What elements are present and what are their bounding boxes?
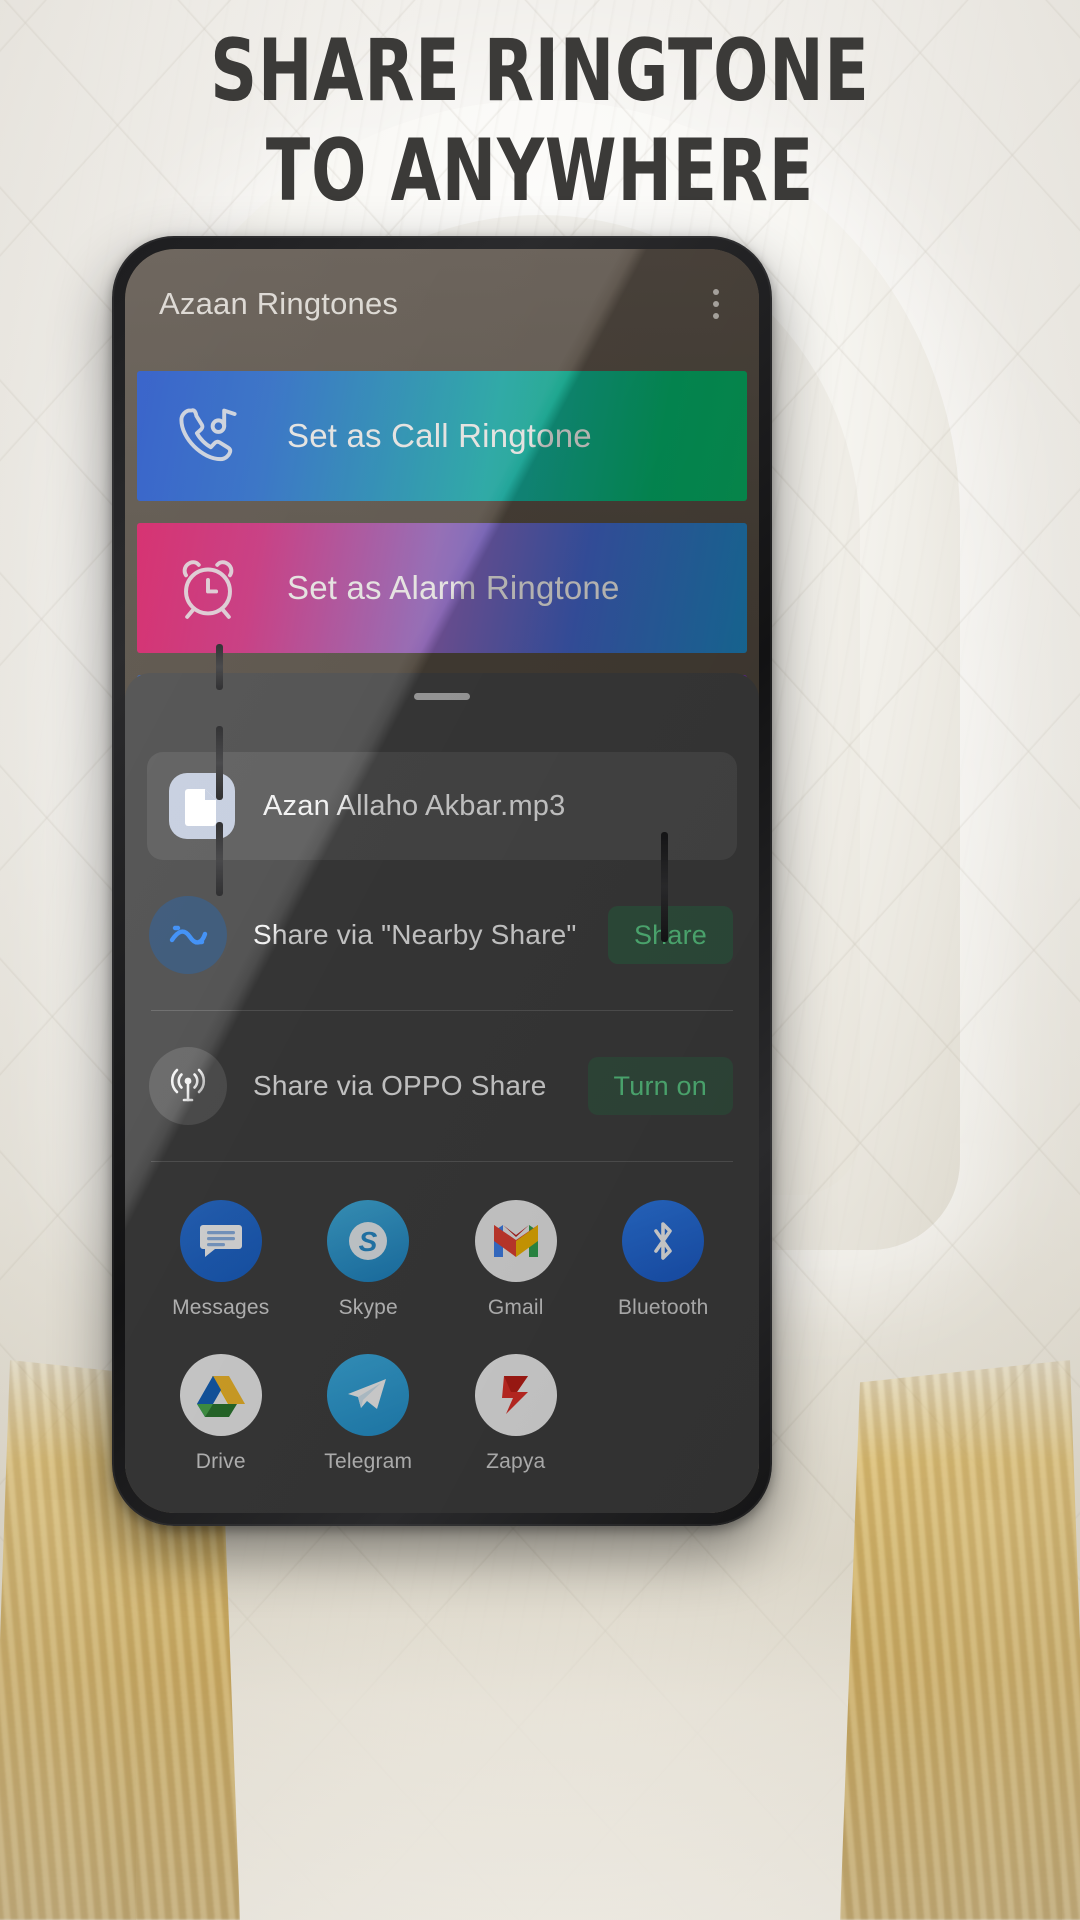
share-target-label: Telegram	[324, 1450, 413, 1473]
share-target-label: Zapya	[486, 1450, 546, 1473]
document-icon	[169, 773, 235, 839]
phone-music-icon	[179, 408, 237, 462]
share-target-label: Skype	[338, 1296, 398, 1319]
gmail-glyph	[493, 1225, 538, 1257]
phone-volume-up-button[interactable]	[216, 726, 223, 800]
messages-icon	[179, 1200, 262, 1282]
phone-power-button[interactable]	[661, 832, 668, 942]
share-target-drive[interactable]: Drive	[147, 1354, 295, 1474]
messages-glyph	[199, 1225, 242, 1257]
share-target-skype[interactable]: S Skype	[295, 1200, 443, 1320]
share-target-empty	[590, 1354, 738, 1474]
skype-glyph: S	[349, 1222, 388, 1260]
promo-headline: Share Ringtone To Anywhere	[86, 21, 993, 222]
skype-icon: S	[327, 1200, 410, 1282]
headline-line-2: To Anywhere	[265, 120, 815, 221]
nearby-share-label: Share via "Nearby Share"	[253, 919, 577, 950]
bluetooth-glyph	[654, 1222, 673, 1260]
page-title: Azaan Ringtones	[159, 286, 399, 321]
drag-handle[interactable]	[414, 693, 470, 700]
oppo-share-action-button[interactable]: Turn on	[587, 1057, 733, 1115]
share-target-zapya[interactable]: Zapya	[442, 1354, 590, 1474]
bluetooth-icon	[622, 1200, 705, 1282]
telegram-glyph	[348, 1379, 387, 1409]
broadcast-icon	[149, 1047, 227, 1125]
oppo-share-label: Share via OPPO Share	[253, 1070, 547, 1101]
set-alarm-ringtone-button[interactable]: Set as Alarm Ringtone	[137, 523, 747, 653]
phone-volume-down-button[interactable]	[216, 822, 223, 896]
share-target-label: Drive	[195, 1450, 246, 1473]
shared-file-name: Azan Allaho Akbar.mp3	[263, 789, 566, 822]
svg-text:S: S	[359, 1226, 378, 1257]
telegram-icon	[327, 1354, 410, 1436]
share-target-label: Messages	[172, 1296, 270, 1319]
share-target-bluetooth[interactable]: Bluetooth	[590, 1200, 738, 1320]
share-target-telegram[interactable]: Telegram	[295, 1354, 443, 1474]
app-bar: Azaan Ringtones	[125, 249, 759, 359]
more-vertical-icon[interactable]	[703, 281, 729, 327]
drive-glyph	[196, 1376, 245, 1417]
set-call-ringtone-button[interactable]: Set as Call Ringtone	[137, 371, 747, 501]
set-call-ringtone-label: Set as Call Ringtone	[287, 417, 592, 454]
phone-mute-switch[interactable]	[216, 644, 223, 690]
set-alarm-ringtone-label: Set as Alarm Ringtone	[287, 569, 620, 606]
zapya-glyph	[501, 1376, 528, 1414]
broadcast-glyph	[170, 1068, 206, 1102]
share-target-messages[interactable]: Messages	[147, 1200, 295, 1320]
nearby-share-action-button[interactable]: Share	[607, 906, 733, 964]
share-target-gmail[interactable]: Gmail	[442, 1200, 590, 1320]
nearby-share-icon	[149, 896, 227, 974]
google-drive-icon	[179, 1354, 262, 1436]
phone-mockup: Azaan Ringtones Set as Call Ringtone Set…	[112, 236, 772, 1526]
gmail-icon	[474, 1200, 557, 1282]
alarm-clock-icon	[182, 560, 234, 619]
zapya-icon	[474, 1354, 557, 1436]
document-glyph	[185, 789, 216, 826]
share-target-label: Bluetooth	[617, 1296, 709, 1319]
share-target-label: Gmail	[487, 1296, 544, 1319]
headline-line-1: Share Ringtone	[210, 21, 870, 121]
oppo-share-row[interactable]: Share via OPPO Share Turn on	[125, 1011, 759, 1161]
share-target-grid: Messages S Skype Gmail Bluetooth Drive T…	[125, 1162, 759, 1474]
shared-file-card[interactable]: Azan Allaho Akbar.mp3	[147, 752, 737, 860]
nearby-share-glyph	[169, 925, 208, 945]
